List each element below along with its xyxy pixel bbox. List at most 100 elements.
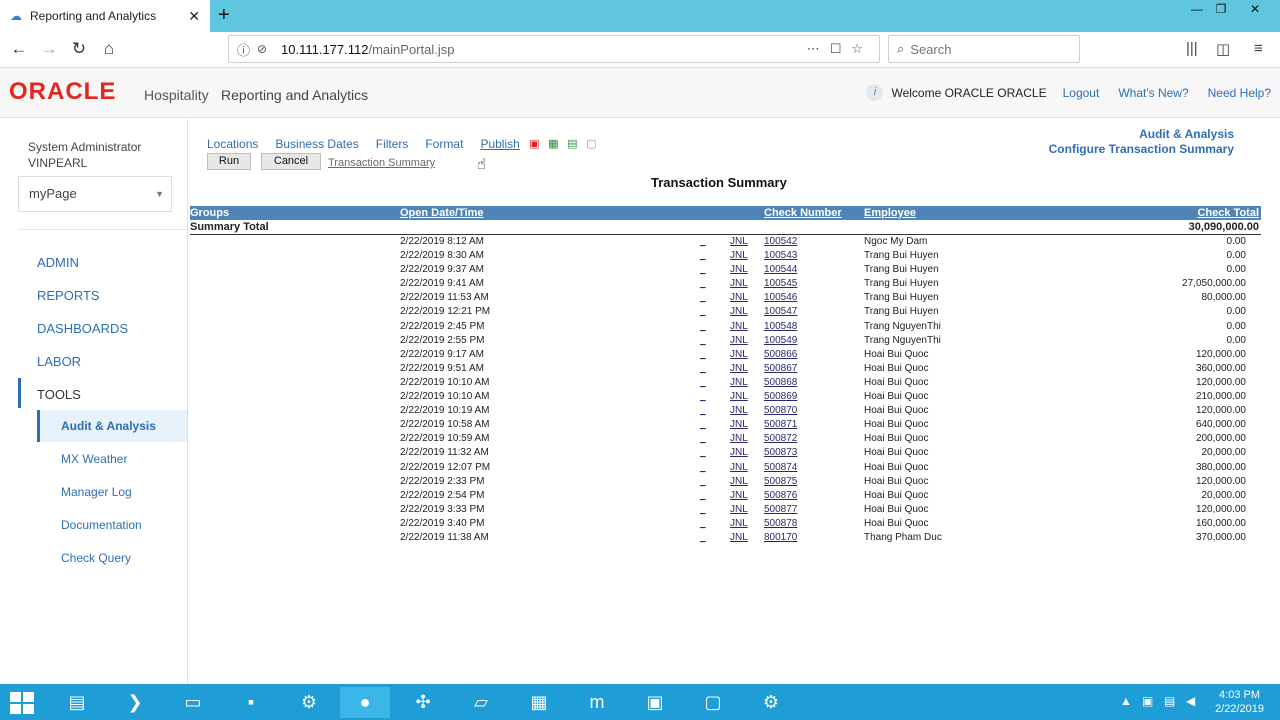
window-app-icon[interactable]: ▦ [514,687,564,718]
excel-export-icon[interactable]: ▦ [547,137,560,151]
check-number-link[interactable]: 500869 [764,391,797,402]
format-link[interactable]: Format [425,137,463,151]
journal-link[interactable]: JNL [730,490,748,501]
filters-link[interactable]: Filters [376,137,409,151]
check-number-link[interactable]: 500878 [764,518,797,529]
detail-link[interactable]: _ [700,321,706,332]
journal-link[interactable]: JNL [730,476,748,487]
detail-link[interactable]: _ [700,419,706,430]
col-check-total[interactable]: Check Total [1197,207,1259,219]
journal-link[interactable]: JNL [730,532,748,543]
detail-link[interactable]: _ [700,504,706,515]
powershell-icon[interactable]: ❯ [110,687,160,718]
journal-link[interactable]: JNL [730,518,748,529]
check-number-link[interactable]: 100546 [764,292,797,303]
check-number-link[interactable]: 100544 [764,264,797,275]
taskbar-clock[interactable]: 4:03 PM 2/22/2019 [1215,688,1264,716]
check-number-link[interactable]: 500872 [764,433,797,444]
sidebar-item-reports[interactable]: REPORTS [37,288,100,303]
journal-link[interactable]: JNL [730,447,748,458]
sidebar-item-tools[interactable]: TOOLS [37,387,81,402]
cancel-button[interactable]: Cancel [261,153,321,170]
journal-link[interactable]: JNL [730,349,748,360]
check-number-link[interactable]: 500870 [764,405,797,416]
check-number-link[interactable]: 500875 [764,476,797,487]
check-number-link[interactable]: 500871 [764,419,797,430]
firefox-icon[interactable]: ● [340,687,390,718]
check-number-link[interactable]: 800170 [764,532,797,543]
journal-link[interactable]: JNL [730,419,748,430]
detail-link[interactable]: _ [700,278,706,289]
journal-link[interactable]: JNL [730,306,748,317]
minimize-icon[interactable]: — [1184,0,1210,20]
home-icon[interactable]: ⌂ [98,39,120,59]
logout-link[interactable]: Logout [1063,86,1100,100]
m-app-icon[interactable]: m [572,687,622,718]
journal-link[interactable]: JNL [730,335,748,346]
detail-link[interactable]: _ [700,447,706,458]
check-number-link[interactable]: 100548 [764,321,797,332]
check-number-link[interactable]: 100545 [764,278,797,289]
sidebar-item-admin[interactable]: ADMIN [37,255,79,270]
detail-link[interactable]: _ [700,335,706,346]
need-help-link[interactable]: Need Help? [1208,86,1271,100]
browser-search-box[interactable]: ⌕ [888,35,1080,63]
file-explorer-icon[interactable]: ▭ [168,687,218,718]
publish-link[interactable]: Publish [480,137,519,151]
new-tab-icon[interactable]: + [218,4,230,27]
check-number-link[interactable]: 500873 [764,447,797,458]
col-employee[interactable]: Employee [864,207,916,219]
check-number-link[interactable]: 100543 [764,250,797,261]
page-actions-icon[interactable]: ⋯☐☆ [807,41,873,57]
detail-link[interactable]: _ [700,476,706,487]
blank-document-icon[interactable]: ▢ [585,137,598,151]
detail-link[interactable]: _ [700,377,706,388]
detail-link[interactable]: _ [700,405,706,416]
sidebar-item-dashboards[interactable]: DASHBOARDS [37,321,128,336]
site-info-icon[interactable]: ⓘ [237,40,253,59]
tray-device-icon[interactable]: ▤ [1164,694,1175,708]
detail-link[interactable]: _ [700,433,706,444]
url-bar[interactable]: ⓘ ⊘ 10.111.177.112 /mainPortal.jsp ⋯☐☆ [228,35,880,63]
detail-link[interactable]: _ [700,462,706,473]
detail-link[interactable]: _ [700,518,706,529]
check-number-link[interactable]: 500868 [764,377,797,388]
journal-link[interactable]: JNL [730,504,748,515]
locations-link[interactable]: Locations [207,137,258,151]
detail-link[interactable]: _ [700,349,706,360]
journal-link[interactable]: JNL [730,377,748,388]
detail-link[interactable]: _ [700,264,706,275]
notepad-icon[interactable]: ▱ [456,687,506,718]
journal-link[interactable]: JNL [730,363,748,374]
check-number-link[interactable]: 100549 [764,335,797,346]
csv-export-icon[interactable]: ▤ [566,137,579,151]
journal-link[interactable]: JNL [730,462,748,473]
check-number-link[interactable]: 500877 [764,504,797,515]
tray-network-icon[interactable]: ▣ [1142,694,1153,708]
detail-link[interactable]: _ [700,250,706,261]
journal-link[interactable]: JNL [730,405,748,416]
detail-link[interactable]: _ [700,490,706,501]
tray-expand-icon[interactable]: ▲ [1120,694,1132,708]
pdf-export-icon[interactable]: ▣ [528,137,541,151]
col-open-date[interactable]: Open Date/Time [400,207,484,219]
check-number-link[interactable]: 500867 [764,363,797,374]
journal-link[interactable]: JNL [730,433,748,444]
whats-new-link[interactable]: What's New? [1118,86,1188,100]
page-select[interactable]: myPage ▼ [18,176,172,212]
check-number-link[interactable]: 500866 [764,349,797,360]
check-number-link[interactable]: 100547 [764,306,797,317]
windows-start-icon[interactable] [10,692,34,714]
services-gear-icon[interactable]: ⚙ [746,687,796,718]
check-number-link[interactable]: 500876 [764,490,797,501]
detail-link[interactable]: _ [700,391,706,402]
browser-search-input[interactable] [910,41,1061,57]
detail-link[interactable]: _ [700,236,706,247]
detail-link[interactable]: _ [700,306,706,317]
detail-link[interactable]: _ [700,292,706,303]
journal-link[interactable]: JNL [730,321,748,332]
browser-tab-active[interactable]: ☁ Reporting and Analytics ✕ [0,0,210,32]
close-tab-icon[interactable]: ✕ [188,8,200,25]
forward-icon[interactable]: → [38,39,60,59]
check-number-link[interactable]: 100542 [764,236,797,247]
